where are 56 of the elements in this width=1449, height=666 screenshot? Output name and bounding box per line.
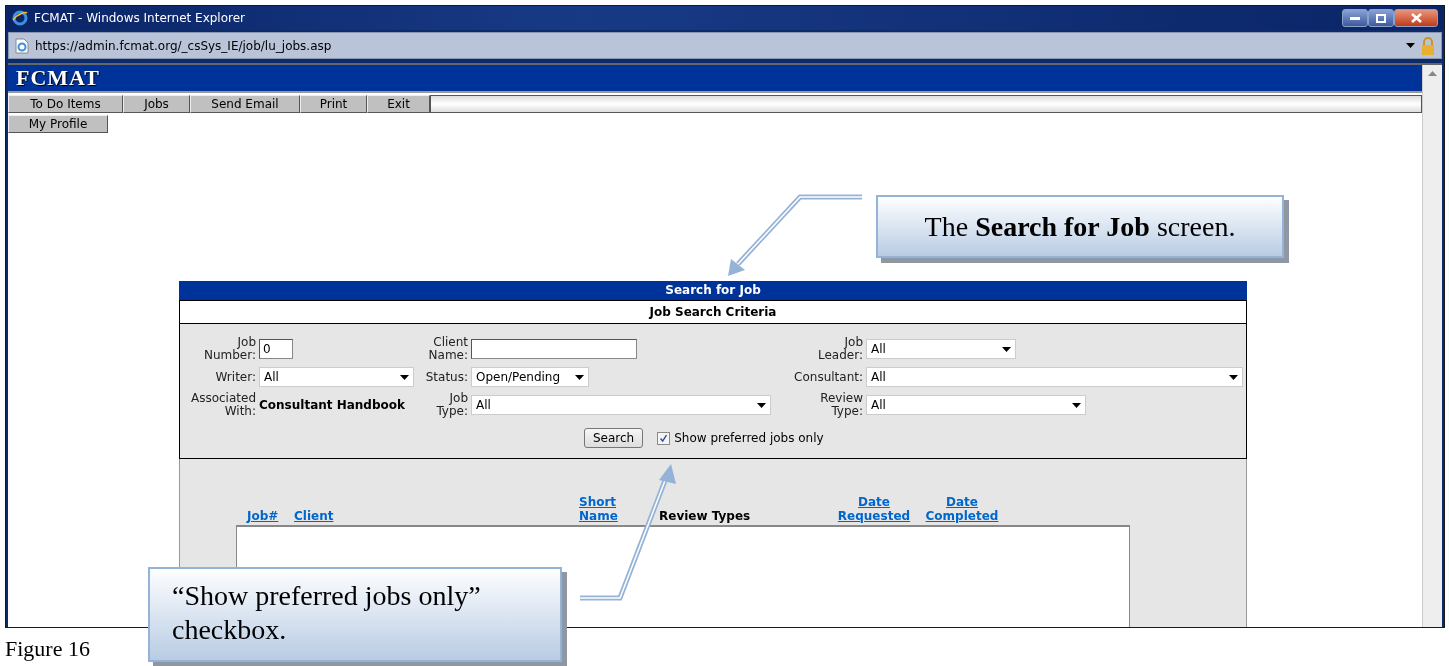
caret-icon [400,374,409,380]
menu-button[interactable]: Jobs [123,95,190,113]
field-label: Review Type: [819,392,863,418]
dropdown[interactable]: Open/Pending [471,367,589,387]
field-label: Associated With: [189,392,256,418]
field-label: Client Name: [427,336,468,362]
field-label: Status: [424,370,468,384]
close-icon [1410,13,1422,23]
search-button[interactable]: Search [584,428,644,448]
section-title: Job Search Criteria [179,300,1247,324]
figure-caption: Figure 16 [5,636,90,662]
caret-icon[interactable] [1406,43,1415,48]
menu-button[interactable]: To Do Items [8,95,123,113]
text-field[interactable] [471,339,637,359]
dropdown[interactable]: All [259,367,414,387]
address-field[interactable]: https://admin.fcmat.org/_csSys_IE/job/lu_jobs.asp [35,38,332,53]
field-label: Job Type: [435,392,468,418]
caret-icon [575,374,584,380]
column-header-link[interactable]: Job# [247,509,279,523]
menu-button[interactable]: Exit [367,95,430,113]
dropdown[interactable]: All [866,339,1016,359]
column-header-link[interactable]: Date Completed [925,495,999,523]
lock-icon [1421,36,1435,55]
text-field[interactable]: 0 [259,339,293,359]
dropdown[interactable]: All [866,367,1243,387]
column-header-link[interactable]: Short Name [579,495,618,523]
window-title: FCMAT - Windows Internet Explorer [34,11,245,25]
caret-icon [1072,402,1081,408]
minimize-icon [1350,16,1360,20]
menu-button[interactable]: Print [300,95,367,113]
field-label: Writer: [214,370,256,384]
field-label: Job Number: [202,336,256,362]
dropdown[interactable]: All [866,395,1086,415]
field-label: Job Leader: [817,336,863,362]
caret-icon [1002,346,1011,352]
field-value: Consultant Handbook [259,398,406,412]
browser-icon [12,10,28,26]
caret-icon [1229,374,1238,380]
checkbox[interactable] [657,431,671,445]
column-header-link[interactable]: Client [294,509,334,523]
panel-title: Search for Job [179,281,1247,300]
app-logo: FCMAT [16,65,101,91]
column-header-link[interactable]: Date Requested [837,495,911,523]
restore-button[interactable] [1368,9,1394,27]
close-button[interactable] [1394,9,1438,27]
menu-button[interactable]: My Profile [8,115,108,133]
checkbox-label: Show preferred jobs only [674,431,824,445]
dropdown[interactable]: All [471,395,771,415]
scroll-up-icon[interactable] [1428,71,1437,76]
restore-icon [1376,13,1386,23]
menu-button[interactable]: Send Email [190,95,300,113]
page-icon [15,37,29,54]
caret-icon [757,402,766,408]
field-label: Consultant: [793,370,863,384]
minimize-button[interactable] [1342,9,1368,27]
column-header: Review Types [659,509,751,523]
